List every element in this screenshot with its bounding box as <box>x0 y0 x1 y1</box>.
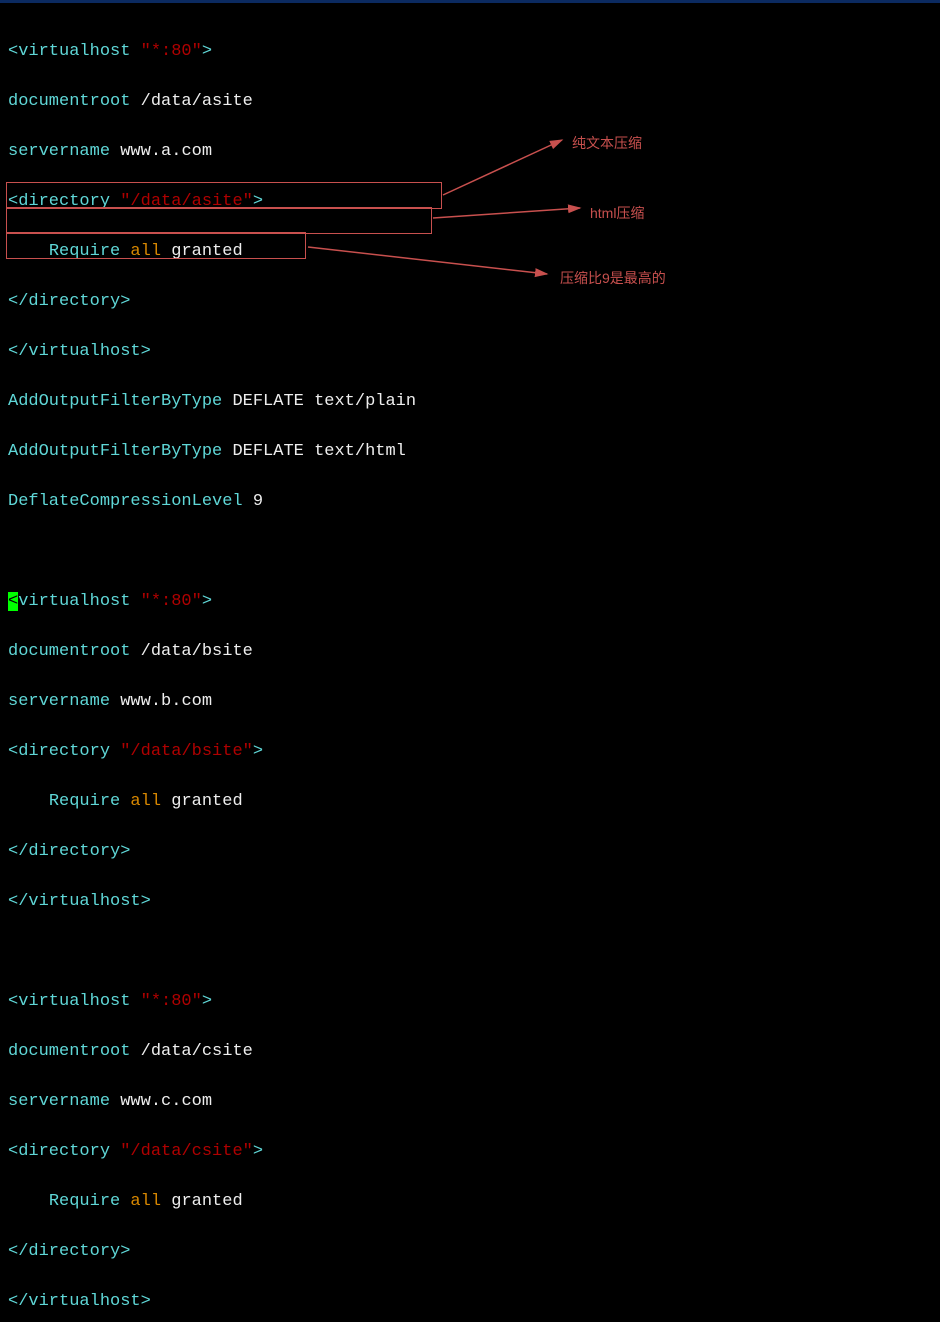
code-line: <directory "/data/bsite"> <box>8 739 932 764</box>
code-line: </directory> <box>8 289 932 314</box>
code-line: <directory "/data/csite"> <box>8 1139 932 1164</box>
code-line: documentroot /data/csite <box>8 1039 932 1064</box>
code-line: <virtualhost "*:80"> <box>8 989 932 1014</box>
code-line: </directory> <box>8 839 932 864</box>
code-line <box>8 939 932 964</box>
annotation-label: 压缩比9是最高的 <box>560 266 666 291</box>
code-line: servername www.b.com <box>8 689 932 714</box>
code-line: </virtualhost> <box>8 889 932 914</box>
code-line: </virtualhost> <box>8 339 932 364</box>
code-line: Require all granted <box>8 1189 932 1214</box>
code-line: AddOutputFilterByType DEFLATE text/html <box>8 439 932 464</box>
top-bar <box>0 0 940 3</box>
code-line: </virtualhost> <box>8 1289 932 1314</box>
code-editor: <virtualhost "*:80"> documentroot /data/… <box>8 8 932 1322</box>
code-line: documentroot /data/asite <box>8 89 932 114</box>
code-line: documentroot /data/bsite <box>8 639 932 664</box>
code-line: servername www.a.com <box>8 139 932 164</box>
cursor: < <box>8 592 18 611</box>
code-line: <virtualhost "*:80"> <box>8 39 932 64</box>
code-line: DeflateCompressionLevel 9 <box>8 489 932 514</box>
code-line: <virtualhost "*:80"> <box>8 589 932 614</box>
code-line: servername www.c.com <box>8 1089 932 1114</box>
code-line <box>8 539 932 564</box>
code-line: Require all granted <box>8 239 932 264</box>
code-line: </directory> <box>8 1239 932 1264</box>
code-line: Require all granted <box>8 789 932 814</box>
code-line: AddOutputFilterByType DEFLATE text/plain <box>8 389 932 414</box>
annotation-label: html压缩 <box>590 201 644 226</box>
code-line: <directory "/data/asite"> <box>8 189 932 214</box>
annotation-label: 纯文本压缩 <box>572 131 642 156</box>
